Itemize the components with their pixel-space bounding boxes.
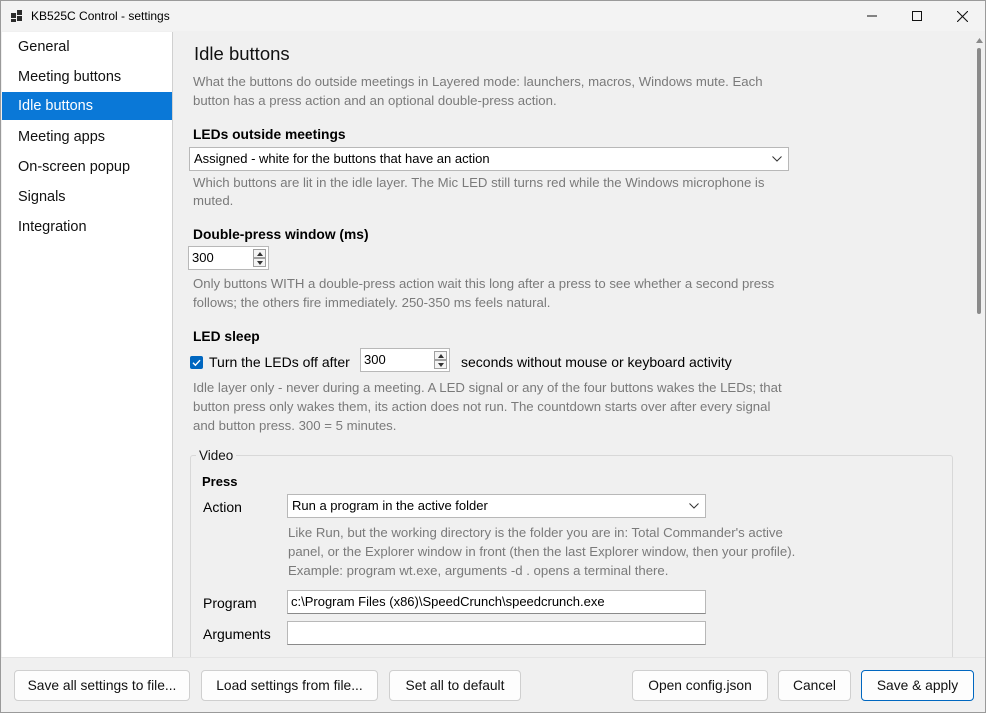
maximize-icon xyxy=(911,11,922,21)
sidebar-item-signals[interactable]: Signals xyxy=(2,183,172,211)
sidebar-item-meeting-apps[interactable]: Meeting apps xyxy=(2,123,172,151)
led-sleep-checkbox[interactable] xyxy=(190,356,203,369)
chevron-down-icon xyxy=(772,156,782,162)
scrollbar-thumb[interactable] xyxy=(977,48,981,314)
set-all-default-button[interactable]: Set all to default xyxy=(389,670,521,701)
settings-content: Idle buttons What the buttons do outside… xyxy=(174,32,974,657)
close-icon xyxy=(957,10,968,22)
action-select-value: Run a program in the active folder xyxy=(292,498,488,513)
video-group-title: Video xyxy=(196,448,237,463)
double-press-stepper[interactable]: 300 xyxy=(188,246,269,270)
check-icon xyxy=(192,359,201,367)
double-press-label: Double-press window (ms) xyxy=(193,227,369,242)
led-sleep-help-1: Idle layer only - never during a meeting… xyxy=(193,380,782,395)
close-button[interactable] xyxy=(940,1,985,31)
leds-help-2: muted. xyxy=(193,193,234,208)
content-scrollbar[interactable] xyxy=(974,32,985,657)
chevron-down-icon xyxy=(689,503,699,509)
sidebar-item-integration[interactable]: Integration xyxy=(2,213,172,241)
settings-window: KB525C Control - settings General Meetin… xyxy=(0,0,986,713)
page-description-1: What the buttons do outside meetings in … xyxy=(193,74,763,89)
program-label: Program xyxy=(203,595,257,611)
page-description-2: button has a press action and an optiona… xyxy=(193,93,557,108)
leds-label: LEDs outside meetings xyxy=(193,127,346,142)
save-all-to-file-button[interactable]: Save all settings to file... xyxy=(14,670,190,701)
leds-help-1: Which buttons are lit in the idle layer.… xyxy=(193,175,765,190)
load-settings-button[interactable]: Load settings from file... xyxy=(201,670,378,701)
sidebar-item-idle-buttons[interactable]: Idle buttons xyxy=(2,92,172,120)
double-press-value: 300 xyxy=(192,250,214,265)
led-sleep-up[interactable] xyxy=(434,351,447,360)
press-label: Press xyxy=(202,474,238,489)
double-press-down[interactable] xyxy=(253,258,266,267)
chevron-down-icon xyxy=(257,261,263,265)
save-apply-button[interactable]: Save & apply xyxy=(861,670,974,701)
led-sleep-label: LED sleep xyxy=(193,329,260,344)
chevron-down-icon xyxy=(438,363,444,367)
led-sleep-checkbox-label[interactable]: Turn the LEDs off after xyxy=(209,354,350,370)
scroll-up-icon[interactable] xyxy=(976,38,983,43)
open-config-button[interactable]: Open config.json xyxy=(632,670,768,701)
action-help-3: Example: program wt.exe, arguments -d . … xyxy=(288,563,669,578)
leds-select[interactable]: Assigned - white for the buttons that ha… xyxy=(189,147,789,171)
chevron-up-icon xyxy=(257,252,263,256)
sidebar-item-on-screen-popup[interactable]: On-screen popup xyxy=(2,153,172,181)
action-label: Action xyxy=(203,499,242,515)
led-sleep-value: 300 xyxy=(364,352,386,367)
action-help-1: Like Run, but the working directory is t… xyxy=(288,525,783,540)
program-field[interactable]: c:\Program Files (x86)\SpeedCrunch\speed… xyxy=(287,590,706,614)
double-press-up[interactable] xyxy=(253,249,266,258)
window-title: KB525C Control - settings xyxy=(31,9,170,23)
led-sleep-down[interactable] xyxy=(434,360,447,369)
cancel-button[interactable]: Cancel xyxy=(778,670,851,701)
sidebar-item-meeting-buttons[interactable]: Meeting buttons xyxy=(2,63,172,91)
minimize-icon xyxy=(866,15,877,17)
app-icon xyxy=(11,10,23,22)
led-sleep-help-2: button press only wakes them, its action… xyxy=(193,399,771,414)
title-bar[interactable]: KB525C Control - settings xyxy=(1,1,985,31)
minimize-button[interactable] xyxy=(849,1,894,31)
double-press-help-2: follows; the others fire immediately. 25… xyxy=(193,295,551,310)
arguments-field[interactable] xyxy=(287,621,706,645)
leds-select-value: Assigned - white for the buttons that ha… xyxy=(194,151,490,166)
double-press-help-1: Only buttons WITH a double-press action … xyxy=(193,276,775,291)
action-help-2: panel, or the Explorer window in front (… xyxy=(288,544,796,559)
arguments-label: Arguments xyxy=(203,626,271,642)
chevron-up-icon xyxy=(438,354,444,358)
led-sleep-help-3: and button press. 300 = 5 minutes. xyxy=(193,418,397,433)
action-select[interactable]: Run a program in the active folder xyxy=(287,494,706,518)
sidebar-item-general[interactable]: General xyxy=(2,33,172,61)
page-title: Idle buttons xyxy=(194,43,290,64)
sidebar: General Meeting buttons Idle buttons Mee… xyxy=(2,32,173,657)
maximize-button[interactable] xyxy=(894,1,939,31)
led-sleep-stepper[interactable]: 300 xyxy=(360,348,450,372)
led-sleep-suffix: seconds without mouse or keyboard activi… xyxy=(461,354,732,370)
